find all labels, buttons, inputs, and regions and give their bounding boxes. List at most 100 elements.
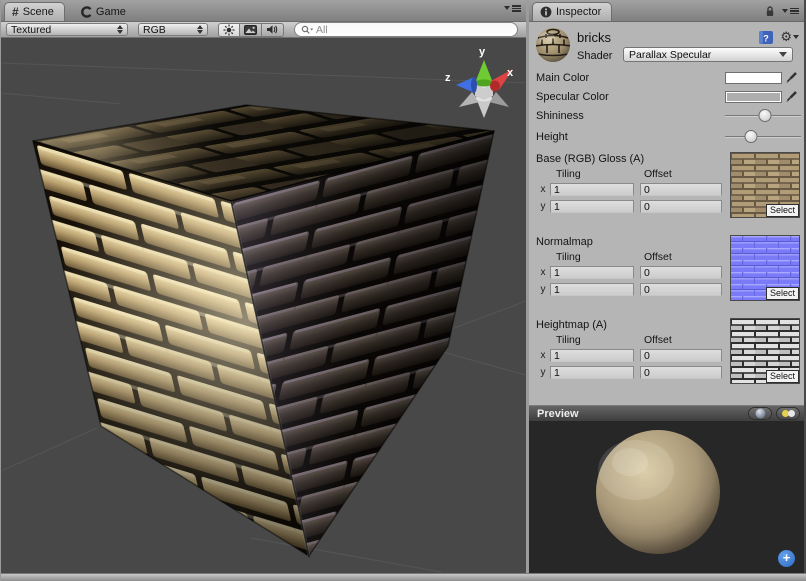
normal-texture-thumbnail[interactable]: Select — [730, 235, 800, 301]
help-book-icon[interactable]: ? — [758, 30, 774, 45]
search-value: All — [316, 24, 328, 36]
axis-y-label: y — [536, 367, 550, 378]
shininess-row: Shininess — [529, 106, 804, 125]
color-channel-dropdown[interactable]: RGB — [138, 23, 208, 36]
axis-x-label: x — [536, 267, 550, 278]
heightmap-section: Heightmap (A) Tiling Offset x y — [529, 318, 804, 386]
tab-inspector-label: Inspector — [556, 6, 601, 18]
gear-icon[interactable]: ⚙ — [780, 29, 799, 45]
color-channel-value: RGB — [143, 24, 191, 36]
base-tiling-y-input[interactable] — [550, 200, 634, 213]
height-tiling-y-input[interactable] — [550, 366, 634, 379]
eyedropper-icon[interactable] — [785, 90, 798, 103]
shininess-slider[interactable] — [725, 109, 801, 122]
scene-panel-menu-icon[interactable] — [504, 5, 521, 12]
specular-color-swatch[interactable] — [725, 91, 782, 103]
tiling-header: Tiling — [556, 334, 644, 347]
tiling-header: Tiling — [556, 168, 644, 181]
shader-label: Shader — [577, 50, 612, 62]
eyedropper-icon[interactable] — [785, 71, 798, 84]
material-preview-area[interactable]: + — [529, 422, 804, 573]
sphere-icon — [755, 408, 766, 419]
normal-tiling-y-input[interactable] — [550, 283, 634, 296]
height-offset-y-input[interactable] — [640, 366, 722, 379]
main-color-swatch[interactable] — [725, 72, 782, 84]
height-offset-x-input[interactable] — [640, 349, 722, 362]
inspector-panel-menu-icon[interactable] — [782, 8, 799, 15]
svg-text:?: ? — [764, 33, 770, 43]
skybox-image-icon — [244, 25, 257, 35]
preview-header[interactable]: Preview — [529, 405, 804, 422]
grid-icon: # — [12, 5, 19, 19]
inspector-tabstrip: Inspector — [529, 0, 804, 22]
scene-search-field[interactable]: All — [294, 22, 518, 37]
height-label: Height — [536, 131, 725, 143]
gizmo-x-label: x — [507, 67, 514, 79]
updown-arrows-icon — [197, 25, 203, 34]
audio-toggle-button[interactable] — [262, 23, 284, 37]
scene-toolbar: Textured RGB — [1, 22, 526, 38]
plus-icon[interactable]: + — [778, 550, 795, 567]
normal-offset-y-input[interactable] — [640, 283, 722, 296]
preview-lighting-button[interactable] — [776, 407, 800, 420]
lighting-sun-icon — [223, 24, 235, 36]
audio-speaker-icon — [266, 24, 279, 35]
base-tiling-x-input[interactable] — [550, 183, 634, 196]
height-texture-thumbnail[interactable]: Select — [730, 318, 800, 384]
lighting-toggle-button[interactable] — [218, 23, 240, 37]
height-tiling-x-input[interactable] — [550, 349, 634, 362]
gizmo-z-label: z — [445, 72, 451, 84]
specular-color-label: Specular Color — [536, 91, 725, 103]
scene-viewport[interactable]: y x z — [1, 38, 526, 573]
preview-mesh-button[interactable] — [748, 407, 772, 420]
tab-game[interactable]: Game — [73, 2, 136, 21]
normal-select-button[interactable]: Select — [766, 287, 799, 300]
shader-value: Parallax Specular — [629, 49, 711, 61]
height-slider[interactable] — [725, 130, 801, 143]
info-icon — [540, 6, 552, 18]
scene-pane: # Scene Game Textured RGB — [1, 0, 529, 573]
offset-header: Offset — [644, 168, 724, 181]
main-color-row: Main Color — [529, 68, 804, 87]
preview-title: Preview — [537, 408, 579, 420]
render-mode-value: Textured — [11, 24, 111, 36]
shininess-label: Shininess — [536, 110, 725, 122]
material-name: bricks — [577, 30, 611, 45]
inspector-pane: Inspector — [529, 0, 804, 573]
axis-x-label: x — [536, 350, 550, 361]
height-slider-knob[interactable] — [744, 130, 757, 143]
base-offset-x-input[interactable] — [640, 183, 722, 196]
base-select-button[interactable]: Select — [766, 204, 799, 217]
updown-arrows-icon — [117, 25, 123, 34]
normalmap-section: Normalmap Tiling Offset x y — [529, 235, 804, 303]
render-mode-dropdown[interactable]: Textured — [6, 23, 128, 36]
skybox-toggle-button[interactable] — [240, 23, 262, 37]
lighting-toggle-icon — [781, 409, 796, 418]
unity-editor-window: # Scene Game Textured RGB — [0, 0, 806, 581]
tab-scene-label: Scene — [23, 6, 54, 18]
shader-dropdown[interactable]: Parallax Specular — [623, 47, 793, 62]
height-select-button[interactable]: Select — [766, 370, 799, 383]
height-row: Height — [529, 127, 804, 146]
normal-tiling-x-input[interactable] — [550, 266, 634, 279]
tab-inspector[interactable]: Inspector — [532, 2, 612, 21]
specular-color-row: Specular Color — [529, 87, 804, 106]
tab-game-label: Game — [96, 6, 126, 18]
tab-scene[interactable]: # Scene — [4, 2, 65, 21]
base-texture-thumbnail[interactable]: Select — [730, 152, 800, 218]
gizmo-y-label: y — [479, 46, 486, 58]
normal-offset-x-input[interactable] — [640, 266, 722, 279]
game-icon — [80, 6, 92, 18]
offset-header: Offset — [644, 251, 724, 264]
shininess-slider-knob[interactable] — [758, 109, 771, 122]
offset-header: Offset — [644, 334, 724, 347]
brick-cube[interactable] — [33, 105, 494, 556]
base-map-section: Base (RGB) Gloss (A) Tiling Offset x y — [529, 152, 804, 220]
axis-y-label: y — [536, 201, 550, 212]
base-offset-y-input[interactable] — [640, 200, 722, 213]
preview-sphere-render — [529, 422, 804, 573]
scene-orientation-gizmo[interactable]: y x z — [445, 46, 514, 118]
lock-icon[interactable] — [765, 5, 775, 17]
axis-x-label: x — [536, 184, 550, 195]
chevron-down-icon — [779, 52, 787, 57]
